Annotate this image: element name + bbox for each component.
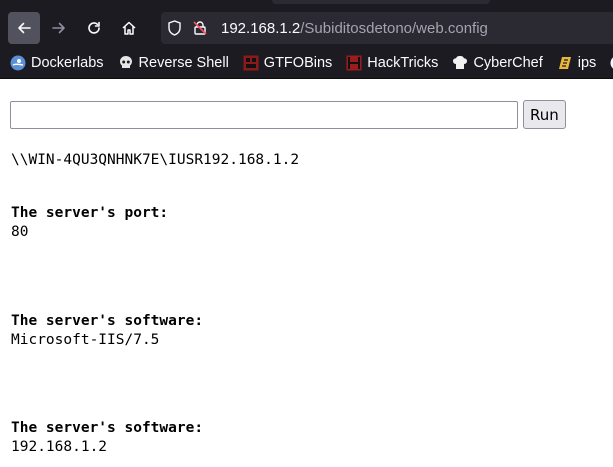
bookmark-label: CyberChef	[473, 55, 543, 71]
software-heading-2: The server's software:	[11, 419, 203, 438]
output-user: \\WIN-4QU3QNHNK7E\IUSR192.168.1.2	[11, 152, 300, 168]
back-button[interactable]	[8, 12, 40, 44]
tab-strip	[0, 0, 613, 8]
url-path: /Subiditosdetono/web.config	[300, 19, 488, 37]
forward-button[interactable]	[43, 12, 75, 44]
insecure-lock-icon[interactable]	[187, 20, 213, 36]
bookmark-label: Reverse Shell	[138, 55, 229, 71]
software-heading-2-text: The server's software:	[11, 420, 204, 436]
browser-chrome: 192.168.1.2/Subiditosdetono/web.config D…	[0, 0, 613, 79]
forward-arrow-icon	[52, 22, 65, 34]
software-value-1: Microsoft-IIS/7.5	[11, 332, 160, 348]
ips-icon	[557, 55, 573, 71]
bookmark-gtfobins[interactable]: GTFOBins	[243, 55, 332, 71]
home-button[interactable]	[113, 12, 145, 44]
gtfobins-icon	[243, 55, 259, 71]
software-value-2: 192.168.1.2	[11, 439, 108, 455]
bookmark-reverse-shell[interactable]: Reverse Shell	[118, 55, 229, 71]
port-heading-text: The server's port:	[11, 205, 169, 221]
bookmark-dockerlabs[interactable]: Dockerlabs	[10, 55, 104, 71]
reload-button[interactable]	[78, 12, 110, 44]
dockerlabs-icon	[10, 55, 26, 71]
back-arrow-icon	[18, 22, 31, 34]
bookmark-label: HackTricks	[367, 55, 439, 71]
url-text[interactable]: 192.168.1.2/Subiditosdetono/web.config	[221, 20, 488, 37]
bookmarks-toolbar: Dockerlabs Reverse Shell GTFOBins HackTr…	[0, 48, 613, 79]
software-heading-1: The server's software:	[11, 312, 203, 331]
active-tab-edge[interactable]	[272, 0, 490, 4]
port-value: 80	[11, 224, 29, 240]
url-host: 192.168.1.2	[221, 19, 301, 37]
bookmark-cyberchef[interactable]: CyberChef	[452, 55, 543, 71]
command-input[interactable]	[10, 100, 518, 129]
skull-icon	[118, 55, 134, 71]
home-icon	[122, 21, 136, 35]
shield-icon[interactable]	[161, 20, 187, 36]
run-button[interactable]: Run	[523, 100, 566, 129]
cyberchef-icon	[452, 55, 468, 71]
command-form: Run	[10, 100, 566, 129]
reload-icon	[88, 21, 100, 34]
bookmark-ips[interactable]: ips	[557, 55, 597, 71]
bookmark-label: GTFOBins	[263, 55, 333, 71]
software-heading-1-text: The server's software:	[11, 313, 204, 329]
bookmark-label: ips	[577, 55, 597, 71]
bookmark-label: Dockerlabs	[31, 55, 104, 71]
nav-toolbar: 192.168.1.2/Subiditosdetono/web.config	[0, 8, 613, 48]
bookmark-hacktricks[interactable]: HackTricks	[346, 55, 438, 71]
address-bar[interactable]: 192.168.1.2/Subiditosdetono/web.config	[161, 12, 613, 44]
port-heading: The server's port:	[11, 204, 168, 223]
hacktricks-icon	[346, 55, 362, 71]
